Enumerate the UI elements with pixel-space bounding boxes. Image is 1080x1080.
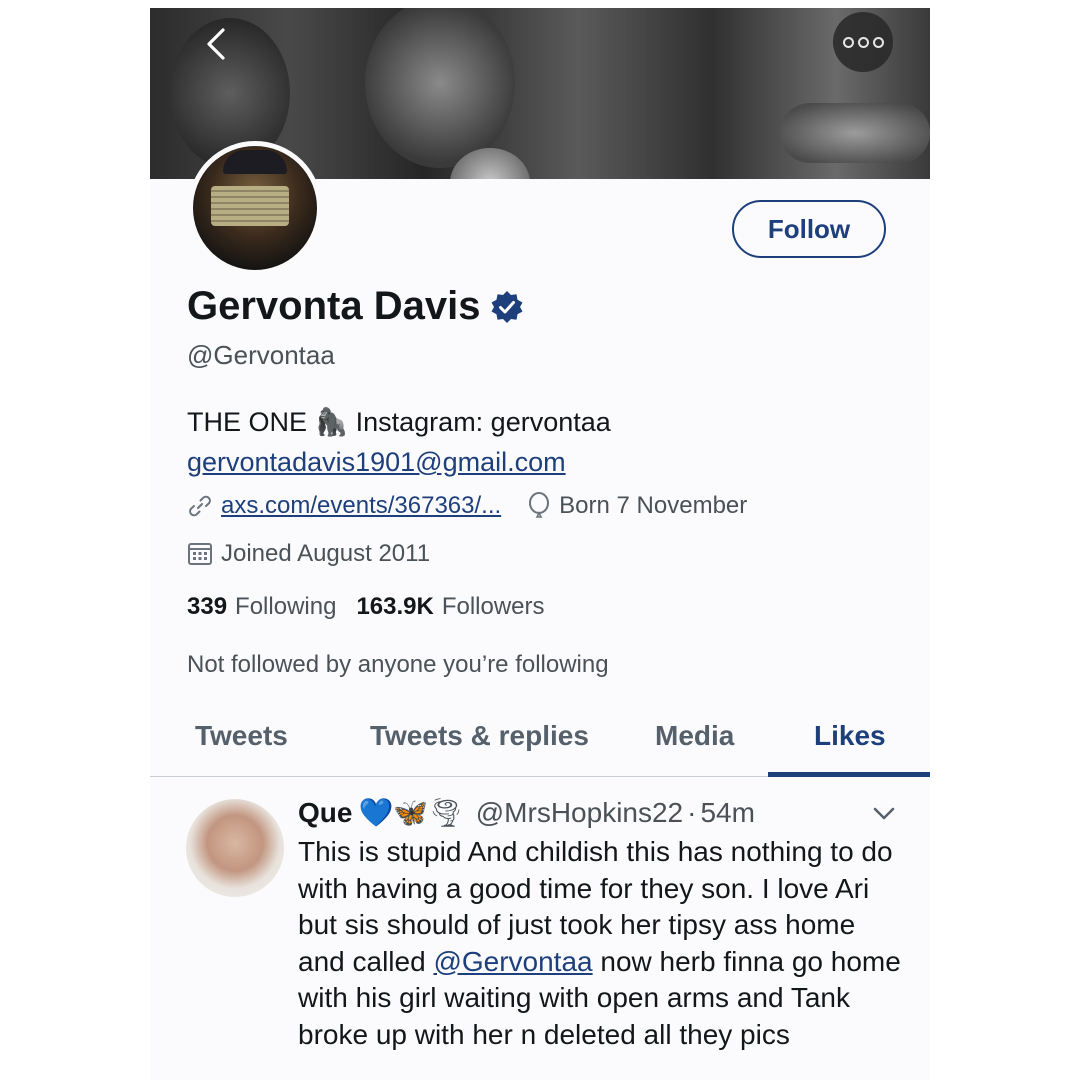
profile-joined-row: Joined August 2011 <box>187 540 430 568</box>
chevron-down-icon <box>873 807 895 820</box>
bio-email-link[interactable]: gervontadavis1901@gmail.com <box>187 442 611 482</box>
profile-tabs: Tweets Tweets & replies Media Likes <box>150 708 930 777</box>
profile-name: Gervonta Davis <box>187 284 481 328</box>
banner-microphone <box>780 103 930 163</box>
following-count: 339 <box>187 593 228 620</box>
profile-joined-date: Joined August 2011 <box>221 540 431 567</box>
back-button[interactable] <box>194 22 238 66</box>
tweet-header: Que 💙🦋🌪 @MrsHopkins22 · 54m <box>298 796 755 829</box>
more-dot-icon <box>842 36 854 48</box>
profile-meta-row: axs.com/events/367363/... Born 7 Novembe… <box>187 492 747 520</box>
tab-tweets[interactable]: Tweets <box>195 720 288 752</box>
tweet-menu-button[interactable] <box>872 806 896 827</box>
profile-website-link[interactable]: axs.com/events/367363/... <box>221 492 501 520</box>
tweet-author-handle[interactable]: @MrsHopkins22 <box>476 797 683 829</box>
profile-stats: 339 Following 163.9K Followers <box>187 593 545 621</box>
more-options-button[interactable] <box>833 12 893 72</box>
followers-count: 163.9K <box>356 593 434 620</box>
profile-handle: @Gervontaa <box>187 340 335 370</box>
profile-screen: Follow Gervonta Davis @Gervontaa THE ONE… <box>150 8 930 1080</box>
tweet-author-avatar[interactable] <box>186 799 284 897</box>
tab-likes[interactable]: Likes <box>814 720 886 752</box>
tweet-separator: · <box>687 796 697 828</box>
following-label: Following <box>235 593 337 620</box>
tweet-author-name[interactable]: Que <box>298 797 352 829</box>
following-stat[interactable]: 339 Following <box>187 593 336 621</box>
calendar-icon <box>188 543 212 565</box>
avatar-cash <box>211 186 289 226</box>
link-icon <box>189 495 211 517</box>
balloon-icon <box>529 492 550 518</box>
profile-avatar[interactable] <box>188 141 322 275</box>
tweet-mention-link[interactable]: @Gervontaa <box>433 946 592 977</box>
bio-text: THE ONE 🦍 Instagram: gervontaa <box>187 407 611 437</box>
more-dot-icon <box>857 36 869 48</box>
followers-stat[interactable]: 163.9K Followers <box>356 593 544 621</box>
more-dot-icon <box>872 36 884 48</box>
tweet-time: 54m <box>700 796 755 828</box>
followers-label: Followers <box>441 593 545 620</box>
avatar-cap <box>223 150 287 174</box>
profile-name-row: Gervonta Davis <box>187 284 524 329</box>
chevron-left-icon <box>207 28 225 60</box>
not-followed-notice: Not followed by anyone you’re following <box>187 651 609 678</box>
tab-tweets-replies[interactable]: Tweets & replies <box>370 720 589 752</box>
verified-badge-icon <box>491 290 523 323</box>
tweet-text: This is stupid And childish this has not… <box>298 834 908 1053</box>
tweet-author-emojis: 💙🦋🌪 <box>358 797 464 828</box>
tab-media[interactable]: Media <box>655 720 734 752</box>
banner-figure <box>365 8 515 168</box>
follow-button[interactable]: Follow <box>732 200 886 258</box>
profile-birthday: Born 7 November <box>559 492 748 519</box>
active-tab-indicator <box>768 772 930 777</box>
profile-bio: THE ONE 🦍 Instagram: gervontaa gervontad… <box>187 402 611 482</box>
